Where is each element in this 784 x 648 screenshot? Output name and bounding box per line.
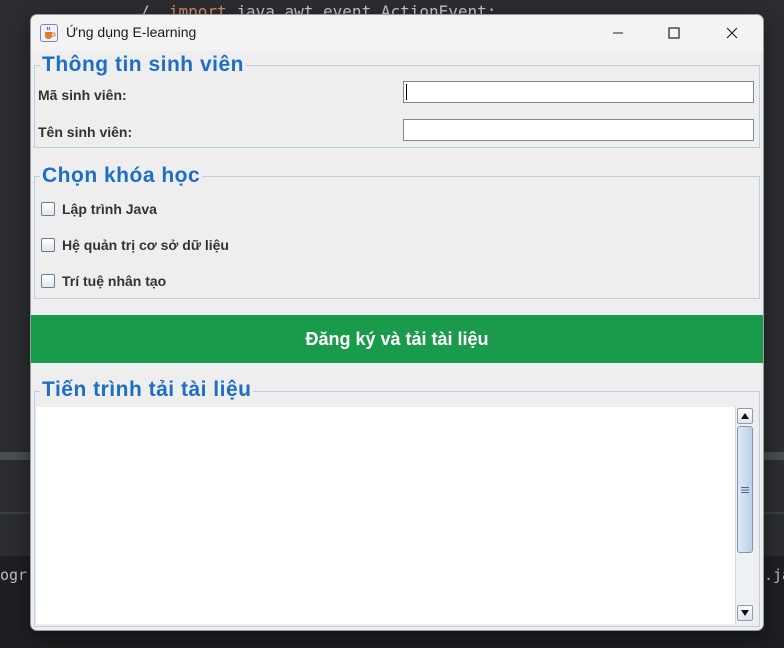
arrow-down-icon (741, 610, 749, 616)
minimize-button[interactable] (589, 15, 647, 51)
text-caret (406, 84, 407, 100)
course-label: Hệ quản trị cơ sở dữ liệu (62, 237, 229, 253)
student-id-label: Mã sinh viên: (38, 87, 127, 103)
course-label: Trí tuệ nhân tạo (62, 273, 167, 289)
arrow-up-icon (741, 413, 749, 419)
scroll-thumb[interactable] (737, 426, 753, 553)
scroll-up-button[interactable] (737, 408, 753, 424)
course-checkbox-database[interactable]: Hệ quản trị cơ sở dữ liệu (41, 235, 229, 255)
student-info-title: Thông tin sinh viên (40, 53, 246, 77)
title-bar[interactable]: Ứng dụng E-learning (31, 15, 763, 51)
student-name-input[interactable] (403, 119, 754, 141)
register-download-button[interactable]: Đăng ký và tải tài liệu (31, 315, 763, 363)
progress-log-area[interactable] (36, 407, 753, 624)
course-checkbox-ai[interactable]: Trí tuệ nhân tạo (41, 271, 166, 291)
scroll-down-button[interactable] (737, 605, 753, 621)
course-label: Lập trình Java (62, 201, 157, 217)
progress-title: Tiến trình tải tài liệu (40, 378, 254, 402)
close-icon (726, 27, 738, 39)
checkbox-box[interactable] (41, 274, 55, 288)
app-window: Ứng dụng E-learning Thông tin sinh viên … (30, 14, 764, 631)
java-cup-icon (40, 24, 58, 42)
grip-icon (741, 486, 749, 493)
student-name-label: Tên sinh viên: (38, 124, 133, 140)
courses-title: Chọn khóa học (40, 164, 203, 188)
maximize-button[interactable] (645, 15, 703, 51)
background-console-fragment-left: ogr (0, 566, 28, 584)
background-console-fragment-right: .ja (764, 566, 784, 584)
student-id-input[interactable] (403, 81, 754, 103)
checkbox-box[interactable] (41, 202, 55, 216)
window-title: Ứng dụng E-learning (66, 24, 197, 40)
log-scrollbar[interactable] (735, 407, 753, 624)
course-checkbox-java[interactable]: Lập trình Java (41, 199, 157, 219)
close-button[interactable] (703, 15, 761, 51)
minimize-icon (613, 32, 623, 34)
checkbox-box[interactable] (41, 238, 55, 252)
maximize-icon (668, 27, 680, 39)
